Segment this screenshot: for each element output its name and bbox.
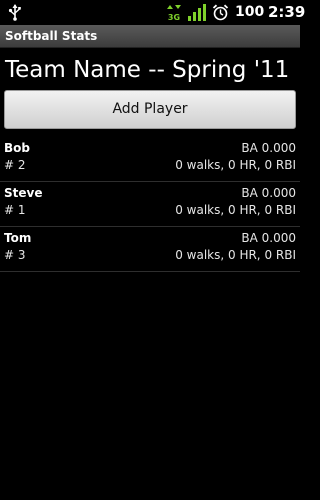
player-row[interactable]: Bob BA 0.000 # 2 0 walks, 0 HR, 0 RBI xyxy=(0,138,300,182)
status-bar: 3G 100 2:39 xyxy=(0,0,305,25)
alarm-icon xyxy=(212,4,229,21)
app-title-bar: Softball Stats xyxy=(0,25,300,48)
player-number: # 1 xyxy=(4,203,26,217)
svg-text:3G: 3G xyxy=(168,13,180,21)
player-list: Bob BA 0.000 # 2 0 walks, 0 HR, 0 RBI St… xyxy=(0,138,300,272)
player-batting-average: BA 0.000 xyxy=(241,231,296,245)
add-player-button[interactable]: Add Player xyxy=(4,90,296,129)
team-name-heading: Team Name -- Spring '11 xyxy=(5,57,290,83)
clock: 2:39 xyxy=(268,3,306,21)
player-stats: 0 walks, 0 HR, 0 RBI xyxy=(175,203,296,217)
battery-level: 100 xyxy=(235,4,265,20)
player-row[interactable]: Steve BA 0.000 # 1 0 walks, 0 HR, 0 RBI xyxy=(0,183,300,227)
player-batting-average: BA 0.000 xyxy=(241,186,296,200)
player-name: Steve xyxy=(4,186,43,200)
player-batting-average: BA 0.000 xyxy=(241,141,296,155)
player-name: Tom xyxy=(4,231,32,245)
player-stats: 0 walks, 0 HR, 0 RBI xyxy=(175,158,296,172)
usb-icon xyxy=(8,4,21,21)
player-number: # 3 xyxy=(4,248,26,262)
player-stats: 0 walks, 0 HR, 0 RBI xyxy=(175,248,296,262)
3g-icon: 3G xyxy=(167,5,181,21)
app-title: Softball Stats xyxy=(5,29,98,43)
signal-icon xyxy=(188,4,206,21)
player-name: Bob xyxy=(4,141,30,155)
player-row[interactable]: Tom BA 0.000 # 3 0 walks, 0 HR, 0 RBI xyxy=(0,228,300,272)
player-number: # 2 xyxy=(4,158,26,172)
